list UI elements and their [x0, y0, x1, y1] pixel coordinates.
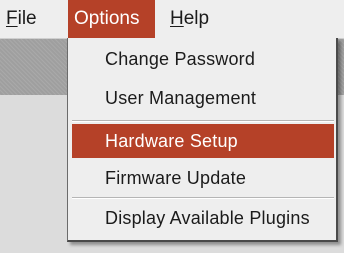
- menu-file-label-post: ile: [17, 8, 37, 29]
- menu-item-display-available-plugins[interactable]: Display Available Plugins: [72, 201, 334, 235]
- menu-item-label: Hardware Setup: [105, 131, 238, 151]
- menu-options-label: Options: [74, 8, 140, 29]
- options-dropdown-menu: Change Password User Management Hardware…: [67, 38, 338, 242]
- menu-help-mnemonic: H: [170, 8, 184, 29]
- menu-bar: File Options Help: [0, 0, 344, 39]
- menu-options[interactable]: Options: [68, 0, 155, 38]
- menu-item-label: Display Available Plugins: [105, 208, 310, 228]
- menu-help-label-post: elp: [183, 8, 210, 29]
- menu-item-user-management[interactable]: User Management: [72, 81, 334, 115]
- menu-file[interactable]: File: [6, 0, 37, 38]
- menu-item-label: Change Password: [105, 49, 256, 69]
- menu-item-change-password[interactable]: Change Password: [72, 42, 334, 76]
- menu-item-firmware-update[interactable]: Firmware Update: [72, 161, 334, 195]
- menu-item-hardware-setup[interactable]: Hardware Setup: [72, 124, 334, 158]
- menu-separator: [72, 197, 334, 199]
- menu-help[interactable]: Help: [170, 0, 209, 38]
- menu-file-mnemonic: F: [6, 8, 18, 29]
- menu-item-label: User Management: [105, 88, 257, 108]
- menu-item-label: Firmware Update: [105, 168, 247, 188]
- menu-separator: [72, 120, 334, 122]
